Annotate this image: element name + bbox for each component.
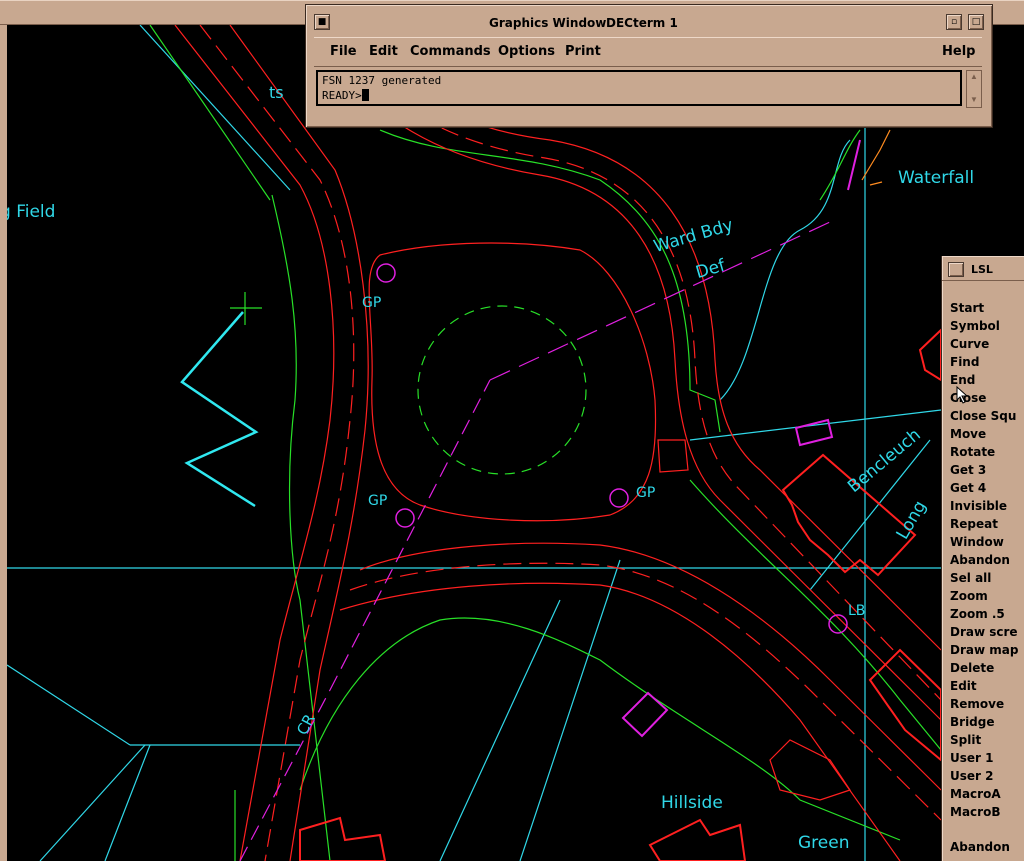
lsl-item-zoom-5[interactable]: Zoom .5 bbox=[950, 605, 1022, 623]
map-label-green: Green bbox=[798, 833, 850, 853]
decterm-window[interactable]: ■ DECterm 1 ▫ □ File Edit Commands Optio… bbox=[305, 4, 993, 128]
lsl-item-split[interactable]: Split bbox=[950, 731, 1022, 749]
lsl-item-curve[interactable]: Curve bbox=[950, 335, 1022, 353]
lsl-item-edit[interactable]: Edit bbox=[950, 677, 1022, 695]
terminal-output[interactable]: FSN 1237 generated READY> bbox=[316, 70, 962, 106]
map-label-hillside: Hillside bbox=[661, 793, 723, 813]
terminal-scrollbar[interactable]: ▲ ▼ bbox=[966, 70, 982, 108]
map-label-ts: ts bbox=[269, 83, 284, 102]
text-cursor bbox=[361, 89, 369, 101]
lsl-item-macroa[interactable]: MacroA bbox=[950, 785, 1022, 803]
lsl-item-move[interactable]: Move bbox=[950, 425, 1022, 443]
menu-commands[interactable]: Commands bbox=[410, 44, 491, 59]
window-menu-button[interactable]: ■ bbox=[314, 14, 330, 30]
lsl-item-repeat[interactable]: Repeat bbox=[950, 515, 1022, 533]
lsl-item-sel-all[interactable]: Sel all bbox=[950, 569, 1022, 587]
map-label-gp-2: GP bbox=[368, 493, 388, 509]
lsl-item-find[interactable]: Find bbox=[950, 353, 1022, 371]
map-drawing bbox=[7, 25, 1024, 861]
lsl-item-delete[interactable]: Delete bbox=[950, 659, 1022, 677]
lsl-item-draw-map[interactable]: Draw map bbox=[950, 641, 1022, 659]
menu-edit[interactable]: Edit bbox=[369, 44, 398, 59]
mouse-pointer-icon bbox=[956, 386, 969, 404]
graphics-window-title-visible: Graphics Window bbox=[489, 16, 607, 30]
scroll-up-arrow-icon[interactable]: ▲ bbox=[968, 72, 980, 82]
map-label-field: g Field bbox=[7, 202, 56, 222]
maximize-button[interactable]: □ bbox=[968, 14, 984, 30]
lsl-item-abandon[interactable]: Abandon bbox=[950, 551, 1022, 569]
lsl-item-user-2[interactable]: User 2 bbox=[950, 767, 1022, 785]
lsl-item-zoom[interactable]: Zoom bbox=[950, 587, 1022, 605]
lsl-item-close-squ[interactable]: Close Squ bbox=[950, 407, 1022, 425]
terminal-prompt: READY> bbox=[322, 89, 362, 102]
map-label-lb: LB bbox=[848, 603, 866, 619]
map-label-gp-1: GP bbox=[362, 295, 382, 311]
menu-file[interactable]: File bbox=[330, 44, 357, 59]
lsl-item-bridge[interactable]: Bridge bbox=[950, 713, 1022, 731]
decterm-titlebar[interactable]: ■ DECterm 1 ▫ □ bbox=[306, 5, 992, 33]
lsl-item-rotate[interactable]: Rotate bbox=[950, 443, 1022, 461]
lsl-window-menu-button[interactable] bbox=[948, 262, 964, 277]
lsl-title: LSL bbox=[971, 263, 993, 276]
lsl-item-get-4[interactable]: Get 4 bbox=[950, 479, 1022, 497]
lsl-item-window[interactable]: Window bbox=[950, 533, 1022, 551]
lsl-item-start[interactable]: Start bbox=[950, 299, 1022, 317]
terminal-output-line: FSN 1237 generated bbox=[322, 74, 442, 87]
menu-print[interactable]: Print bbox=[565, 44, 601, 59]
menu-help[interactable]: Help bbox=[942, 44, 975, 59]
scroll-down-arrow-icon[interactable]: ▼ bbox=[968, 95, 980, 105]
menu-options[interactable]: Options bbox=[498, 44, 555, 59]
lsl-item-remove[interactable]: Remove bbox=[950, 695, 1022, 713]
decterm-title: DECterm 1 bbox=[606, 16, 678, 30]
lsl-item-invisible[interactable]: Invisible bbox=[950, 497, 1022, 515]
lsl-item-abandon-bottom[interactable]: Abandon bbox=[950, 838, 1022, 856]
map-label-waterfall: Waterfall bbox=[898, 168, 975, 188]
decterm-menubar: File Edit Commands Options Print Help bbox=[314, 37, 982, 67]
graphics-window: Graphics Window bbox=[0, 0, 1024, 861]
lsl-item-user-1[interactable]: User 1 bbox=[950, 749, 1022, 767]
map-canvas[interactable]: g Field ts Waterfall Ward Bdy Def GP GP … bbox=[7, 25, 1024, 861]
map-label-gp-3: GP bbox=[636, 485, 656, 501]
lsl-titlebar[interactable]: LSL bbox=[942, 256, 1024, 281]
terminal-prompt-line: READY> bbox=[322, 88, 956, 103]
lsl-item-symbol[interactable]: Symbol bbox=[950, 317, 1022, 335]
minimize-button[interactable]: ▫ bbox=[946, 14, 962, 30]
lsl-palette: LSL Start Symbol Curve Find End Close Close Sq… bbox=[941, 256, 1024, 861]
lsl-command-list: Start Symbol Curve Find End Close Close Squ Mov… bbox=[950, 299, 1022, 821]
lsl-item-draw-scre[interactable]: Draw scre bbox=[950, 623, 1022, 641]
lsl-item-macrob[interactable]: MacroB bbox=[950, 803, 1022, 821]
lsl-item-get-3[interactable]: Get 3 bbox=[950, 461, 1022, 479]
